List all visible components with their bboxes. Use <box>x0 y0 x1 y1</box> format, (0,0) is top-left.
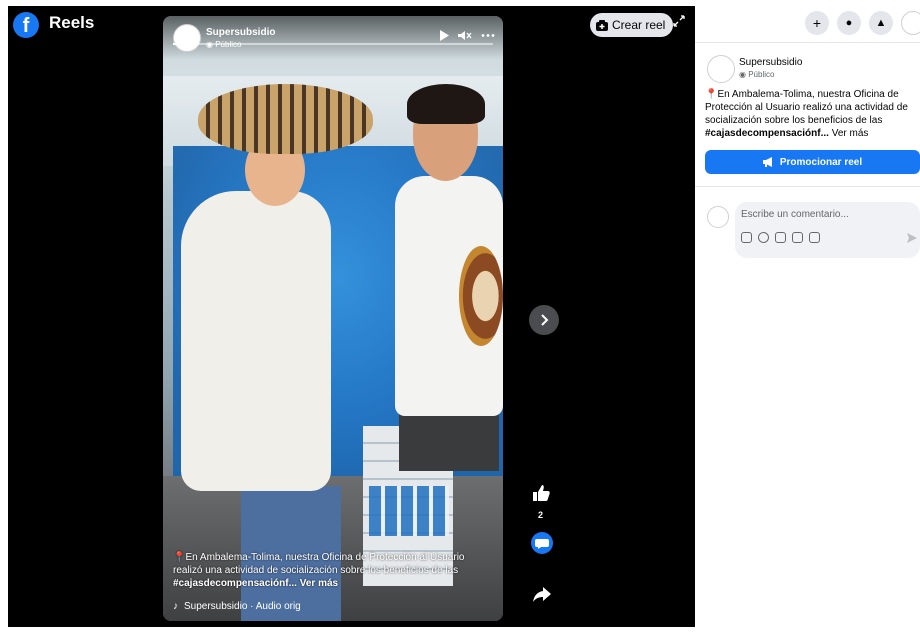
plus-icon: + <box>812 15 822 31</box>
comment-placeholder: Escribe un comentario... <box>741 209 849 220</box>
promote-reel-button[interactable]: Promocionar reel <box>705 150 920 174</box>
reel-video[interactable]: Supersubsidio ◉ Público 📍En Ambalema-Tol… <box>163 16 503 621</box>
comment-tools <box>741 232 820 243</box>
commenter-avatar[interactable] <box>707 206 729 228</box>
like-count: 2 <box>538 510 544 520</box>
caption-hashtag[interactable]: #cajasdecompensaciónf... <box>173 578 297 589</box>
page-title: Reels <box>49 13 95 32</box>
send-icon[interactable] <box>907 233 917 243</box>
notifications-button[interactable]: ▲ <box>869 11 893 35</box>
reel-details-panel: + ● ▲ Supersubsidio ◉ Público 📍En Ambale… <box>695 0 920 633</box>
scene-person-b-hair <box>407 84 485 124</box>
logo-letter: f <box>22 15 30 37</box>
chevron-right-icon <box>541 314 549 326</box>
promote-label: Promocionar reel <box>779 156 863 168</box>
stage-frame-left <box>0 0 8 633</box>
account-avatar[interactable] <box>901 11 920 35</box>
comment-icon <box>535 539 549 549</box>
video-controls <box>439 30 495 41</box>
panel-see-more[interactable]: Ver más <box>832 128 869 139</box>
share-icon[interactable] <box>531 583 553 605</box>
divider <box>695 42 920 43</box>
play-icon[interactable] <box>439 30 449 41</box>
stage-frame-bottom <box>0 627 695 633</box>
create-reel-button[interactable]: Crear reel <box>590 13 674 37</box>
video-page-name[interactable]: Supersubsidio <box>206 27 275 38</box>
gif-icon[interactable] <box>792 232 803 243</box>
megaphone-icon <box>762 157 772 167</box>
top-actions: + ● ▲ <box>805 11 920 35</box>
video-caption: 📍En Ambalema-Tolima, nuestra Oficina de … <box>173 551 493 590</box>
comment-button[interactable] <box>531 532 553 554</box>
divider <box>695 186 920 187</box>
panel-description-text: En Ambalema-Tolima, nuestra Oficina de P… <box>705 89 908 126</box>
create-reel-label: Crear reel <box>612 18 666 32</box>
volume-muted-icon[interactable] <box>458 30 472 41</box>
next-reel-button[interactable] <box>529 305 559 335</box>
panel-page-avatar[interactable] <box>707 55 735 83</box>
scene-cards <box>369 486 449 536</box>
scene-person-a-hat <box>198 84 373 154</box>
panel-privacy-label: Público <box>748 70 775 79</box>
video-progress-bar[interactable] <box>173 43 493 45</box>
create-button[interactable]: + <box>805 11 829 35</box>
like-icon[interactable] <box>530 482 552 504</box>
panel-hashtag[interactable]: #cajasdecompensaciónf... <box>705 128 829 139</box>
globe-icon: ◉ <box>739 70 746 79</box>
camera-plus-icon <box>596 19 608 31</box>
pin-icon: 📍 <box>705 89 718 100</box>
stage-frame-top <box>0 0 695 6</box>
messenger-button[interactable]: ● <box>837 11 861 35</box>
panel-privacy: ◉ Público <box>739 70 774 79</box>
page-avatar[interactable] <box>173 24 201 52</box>
panel-description: 📍En Ambalema-Tolima, nuestra Oficina de … <box>705 88 917 140</box>
emoji-icon[interactable] <box>758 232 769 243</box>
camera-icon[interactable] <box>775 232 786 243</box>
expand-icon[interactable] <box>673 15 685 27</box>
caption-see-more[interactable]: Ver más <box>300 578 338 589</box>
scene-person-a <box>181 191 331 491</box>
more-options-icon[interactable] <box>481 30 495 41</box>
audio-label: Supersubsidio · Audio orig <box>184 601 301 612</box>
reel-stage: f Reels Crear reel Supersubsidio ◉ Públi… <box>0 0 695 633</box>
bell-icon: ▲ <box>875 17 887 29</box>
facebook-logo-icon[interactable]: f <box>13 12 39 38</box>
messenger-icon: ● <box>845 17 853 29</box>
music-icon: ♪ <box>173 601 178 612</box>
video-progress-fill <box>173 43 180 45</box>
pin-icon: 📍 <box>173 552 186 563</box>
scene-person-b-pants <box>399 411 499 471</box>
caption-text: En Ambalema-Tolima, nuestra Oficina de P… <box>173 552 465 576</box>
audio-info[interactable]: ♪ Supersubsidio · Audio orig <box>173 601 301 612</box>
sticker-icon[interactable] <box>741 232 752 243</box>
scene-fan <box>459 246 503 346</box>
avatar-sticker-icon[interactable] <box>809 232 820 243</box>
panel-page-name[interactable]: Supersubsidio <box>739 57 802 68</box>
